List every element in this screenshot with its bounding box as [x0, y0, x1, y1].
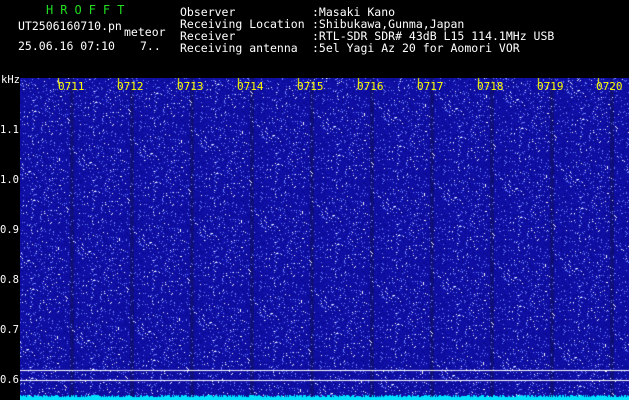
count-label: 7..: [140, 39, 161, 53]
spectrogram-plot: [20, 78, 629, 400]
y-tick-label: 1.0: [0, 174, 19, 186]
x-tick-label: 0718: [477, 80, 504, 93]
y-tick-label: 0.8: [0, 274, 19, 286]
header-panel: HROFFT UT2506160710.pn meteor 25.06.16 0…: [0, 0, 629, 78]
y-unit-label: kHz: [1, 74, 20, 86]
app-title: HROFFT: [46, 3, 132, 17]
datetime-label: 25.06.16 07:10: [18, 39, 115, 53]
mode-label: meteor: [124, 25, 166, 39]
x-tick-label: 0711: [58, 80, 85, 93]
antenna-label: Receiving antenna: [180, 41, 298, 55]
y-tick-label: 0.6: [0, 374, 19, 386]
antenna-value: :5el Yagi Az 20 for Aomori VOR: [312, 41, 520, 55]
x-tick-label: 0719: [537, 80, 564, 93]
x-tick-label: 0712: [117, 80, 144, 93]
y-tick-label: 1.1: [0, 124, 19, 136]
spectrogram-canvas: [20, 78, 629, 400]
x-tick-label: 0714: [237, 80, 264, 93]
filename-label: UT2506160710.pn: [18, 19, 122, 33]
x-tick-label: 0720: [596, 80, 623, 93]
x-tick-label: 0713: [177, 80, 204, 93]
y-tick-label: 0.7: [0, 324, 19, 336]
y-tick-label: 0.9: [0, 224, 19, 236]
x-tick-label: 0715: [297, 80, 324, 93]
x-tick-label: 0716: [357, 80, 384, 93]
x-tick-label: 0717: [417, 80, 444, 93]
